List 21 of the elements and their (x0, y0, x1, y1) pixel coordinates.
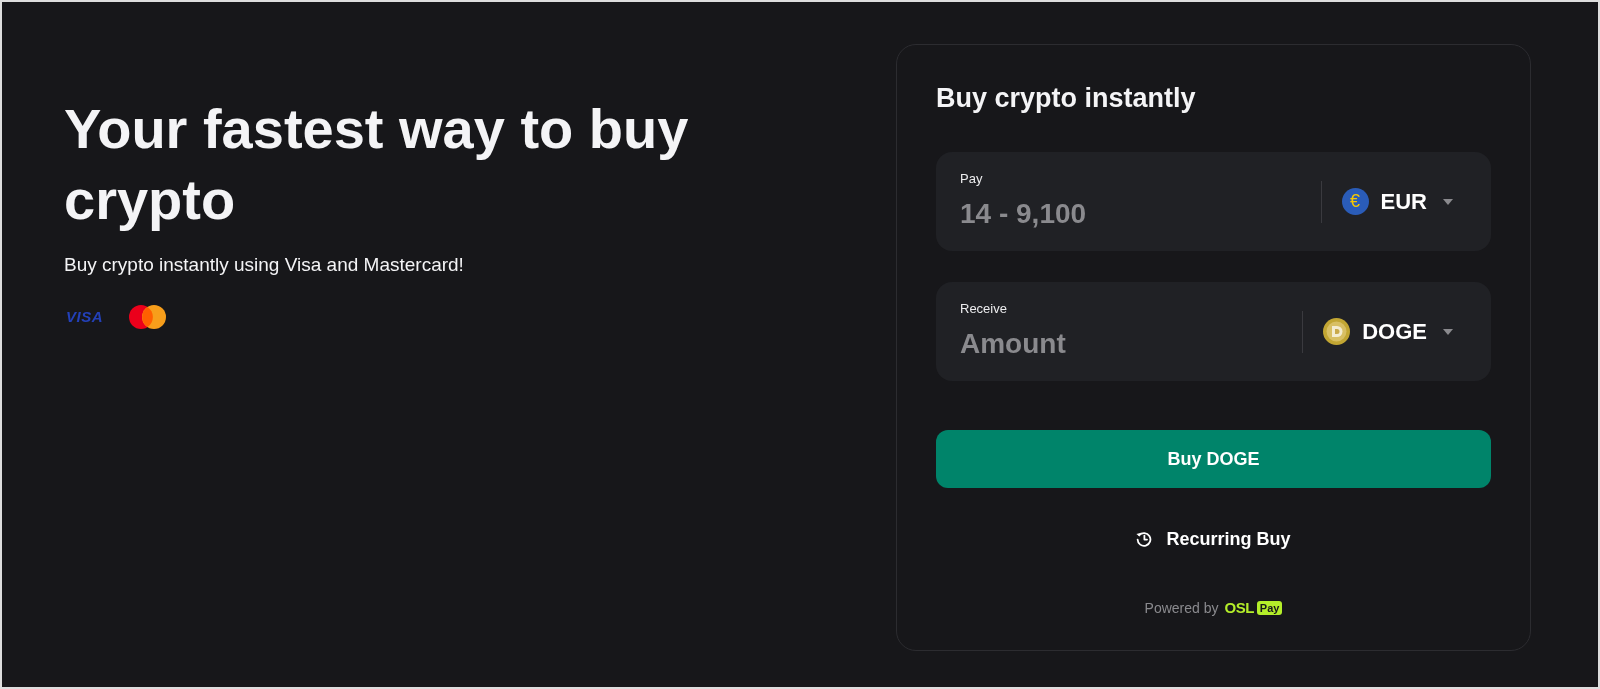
buy-button[interactable]: Buy DOGE (936, 430, 1491, 488)
brand-wordmark: OSL (1224, 599, 1254, 617)
clock-history-icon (1136, 531, 1153, 547)
caret-icon (1443, 328, 1453, 335)
powered-by-text: Powered by (1144, 599, 1219, 617)
currency-select[interactable]: € EUR (1321, 179, 1461, 224)
widget-title: Buy crypto instantly (936, 82, 1197, 114)
field-label: Receive (960, 301, 1007, 317)
amount-input[interactable]: 14 - 9,100 (960, 196, 1321, 232)
coin-icon (1323, 318, 1351, 345)
mastercard-icon (129, 305, 166, 329)
caret-icon (1443, 198, 1453, 205)
hero-heading: Your fastest way to buy crypto (64, 96, 690, 233)
pay-badge: Pay (1256, 601, 1283, 615)
currency-select[interactable]: DOGE (1303, 309, 1461, 354)
euro-icon: € (1341, 188, 1369, 215)
hero-subtitle: Buy crypto instantly using Visa and Mastercard! (64, 253, 465, 277)
field-label: Pay (960, 171, 983, 187)
amount-input[interactable]: Amount (960, 326, 1303, 362)
visa-logo: VISA (66, 308, 103, 326)
recurring-buy-link[interactable]: Recurring Buy (1136, 523, 1291, 555)
